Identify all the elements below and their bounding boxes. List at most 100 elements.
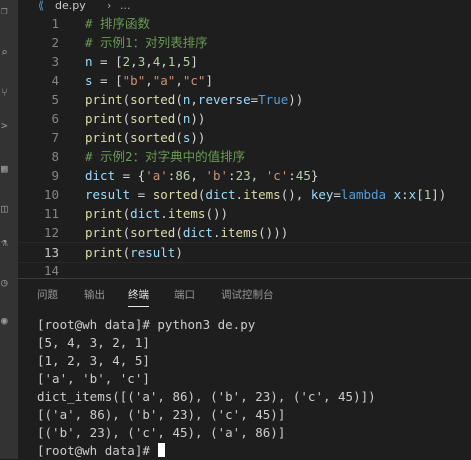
search-icon[interactable]: ⌕ [0, 42, 18, 64]
terminal-line: dict_items([('a', 86), ('b', 23), ('c', … [37, 389, 376, 404]
source-control-icon[interactable]: ⑂ [0, 82, 18, 104]
code-token: 'b' [205, 168, 229, 183]
testing-icon[interactable]: ⚗ [0, 232, 18, 254]
code-token: print [85, 245, 123, 260]
code-token: , [145, 73, 153, 88]
code-token: 23 [235, 168, 251, 183]
line-code: s = ["b","a","c"] [85, 71, 213, 90]
code-token: ]) [431, 187, 447, 202]
code-token: = [ [92, 73, 123, 88]
code-token: ( [175, 225, 183, 240]
code-token: n [85, 54, 93, 69]
code-line[interactable]: 9 dict = {'a':86, 'b':23, 'c':45} [18, 166, 471, 185]
line-code: print(result) [85, 243, 183, 262]
code-token: ()) [205, 206, 229, 221]
code-line[interactable]: 7 print(sorted(s)) [18, 128, 471, 147]
code-token: 'a' [145, 168, 168, 183]
code-token: print [85, 130, 123, 145]
code-token: , [130, 54, 138, 69]
code-line[interactable]: 1 # 排序函数 [18, 14, 471, 33]
more-icon[interactable]: ◉ [0, 310, 18, 332]
code-token: ] [190, 54, 198, 69]
code-token: 45 [295, 168, 311, 183]
code-token: sorted [130, 130, 176, 145]
code-token: print [85, 111, 123, 126]
code-token: dict [130, 206, 161, 221]
code-token: True [258, 92, 289, 107]
code-token: } [310, 168, 319, 183]
tab-output[interactable]: 输出 [84, 288, 105, 306]
terminal-cursor [158, 443, 166, 457]
line-number: 9 [51, 168, 59, 183]
code-token: ( [175, 111, 183, 126]
files-icon[interactable]: ❐ [0, 0, 18, 22]
breadcrumb-file-name[interactable]: de.py [55, 0, 86, 12]
tab-terminal[interactable]: 终端 [128, 288, 149, 307]
code-line-current[interactable]: 13 print(result) [18, 242, 471, 263]
breadcrumb: ⟪ de.py › ... [18, 0, 471, 14]
code-token: )) [190, 111, 206, 126]
code-token: = [130, 187, 153, 202]
code-line[interactable]: 12 print(sorted(dict.items())) [18, 223, 471, 242]
code-token: , [175, 73, 183, 88]
terminal-line: [('a', 86), ('b', 23), ('c', 45)] [37, 407, 286, 422]
code-token: # 排序函数 [85, 16, 151, 31]
code-line[interactable]: 5 print(sorted(n,reverse=True)) [18, 90, 471, 109]
code-token: items [167, 206, 206, 221]
tab-problems[interactable]: 问题 [37, 288, 58, 306]
breadcrumb-more[interactable]: ... [120, 0, 131, 12]
code-token: ( [175, 130, 183, 145]
code-token: "b" [122, 73, 146, 88]
line-number: 4 [51, 73, 59, 88]
code-token: print [85, 206, 123, 221]
code-line[interactable]: 11 print(dict.items()) [18, 204, 471, 223]
code-token: print [85, 225, 123, 240]
code-token: = [ [92, 54, 123, 69]
code-token: items [243, 187, 281, 202]
code-token: key [310, 187, 334, 202]
code-token: , [250, 168, 266, 183]
terminal-prompt-line[interactable]: [root@wh data]# [37, 442, 166, 460]
code-token: dict [85, 168, 116, 183]
run-debug-icon[interactable]: > [0, 115, 18, 137]
code-line[interactable]: 2 # 示例1：对列表排序 [18, 33, 471, 52]
line-code: result = sorted(dict.items(), key=lambda… [85, 185, 446, 204]
code-token: sorted [130, 92, 176, 107]
code-token: lambda [340, 187, 387, 202]
code-line[interactable]: 8 # 示例2：对字典中的值排序 [18, 147, 471, 166]
terminal-line: ['a', 'b', 'c'] [37, 371, 150, 386]
code-line[interactable]: 3 n = [2,3,4,1,5] [18, 52, 471, 71]
code-line[interactable]: 6 print(sorted(n)) [18, 109, 471, 128]
line-number: 3 [51, 54, 59, 69]
code-token: = { [115, 168, 146, 183]
code-line[interactable]: 14 [18, 261, 471, 278]
line-code: n = [2,3,4,1,5] [85, 52, 198, 71]
extensions-icon[interactable]: ▦ [0, 158, 18, 180]
line-code: print(dict.items()) [85, 204, 228, 223]
code-line[interactable]: 4 s = ["b","a","c"] [18, 71, 471, 90]
line-number: 2 [51, 35, 59, 50]
tab-debug-console[interactable]: 调试控制台 [221, 288, 274, 306]
line-number: 7 [51, 130, 59, 145]
breadcrumb-separator: › [107, 0, 112, 12]
code-token: sorted [130, 225, 176, 240]
code-editor[interactable]: ⟪ de.py › ... 1 # 排序函数 2 # 示例1：对列表排序 3 n = [2… [18, 0, 471, 278]
tab-ports[interactable]: 端口 [174, 288, 195, 306]
code-token: = [250, 92, 259, 107]
code-token: # 示例2：对字典中的值排序 [85, 149, 246, 164]
bottom-panel: 问题 输出 终端 端口 调试控制台 [root@wh data]# python… [18, 278, 471, 459]
line-number: 12 [43, 225, 59, 240]
code-token: [ [416, 187, 424, 202]
line-number: 8 [51, 149, 59, 164]
line-number: 1 [51, 16, 59, 31]
docker-icon[interactable]: ◷ [0, 272, 18, 294]
line-number: 11 [43, 206, 59, 221]
line-code: # 排序函数 [85, 14, 150, 33]
code-token: : [401, 187, 409, 202]
code-token: x [393, 187, 402, 202]
code-token: s [85, 73, 93, 88]
remote-icon[interactable]: ◫ [0, 198, 18, 220]
line-code: # 示例2：对字典中的值排序 [85, 147, 245, 166]
code-line[interactable]: 10 result = sorted(dict.items(), key=lamb… [18, 185, 471, 204]
code-token: . [212, 225, 221, 240]
